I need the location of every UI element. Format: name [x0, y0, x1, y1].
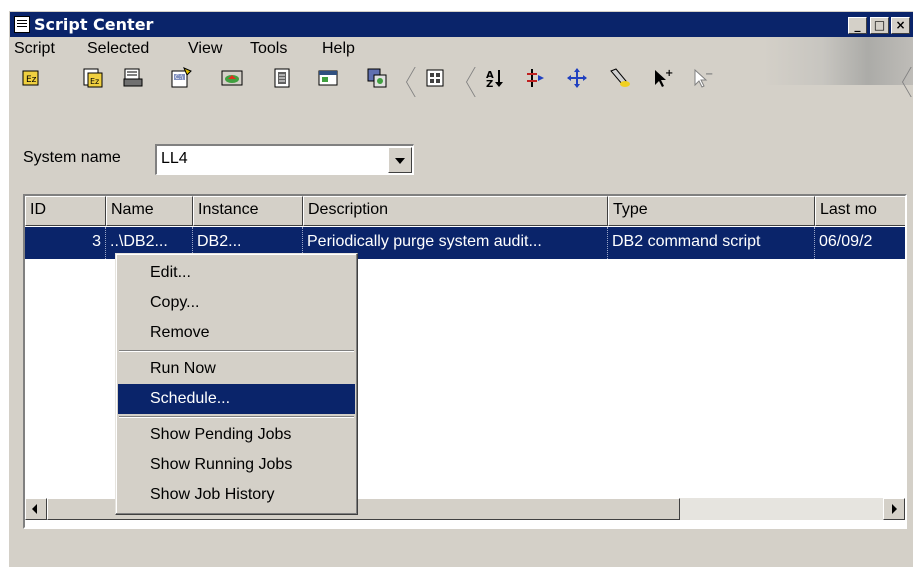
svg-text:C:\: C:\ — [175, 74, 184, 81]
find-icon[interactable] — [562, 63, 592, 93]
maximize-button[interactable]: □ — [870, 17, 889, 34]
system-name-label: System name — [23, 149, 121, 166]
cell-id: 3 — [25, 227, 106, 259]
open-script-icon[interactable]: Ez — [78, 63, 108, 93]
svg-text:Z: Z — [486, 79, 493, 89]
menu-separator — [119, 350, 354, 352]
minimize-button[interactable]: _ — [848, 17, 867, 34]
menu-separator — [119, 416, 354, 418]
menu-item-remove[interactable]: Remove — [118, 318, 355, 348]
menu-item-show-pending-jobs[interactable]: Show Pending Jobs — [118, 420, 355, 450]
tools-settings-icon[interactable] — [362, 63, 392, 93]
table-header: ID Name Instance Description Type Last m… — [25, 196, 905, 226]
svg-text:Ez: Ez — [26, 75, 37, 85]
menu-view[interactable]: View — [188, 40, 222, 58]
column-header-id[interactable]: ID — [25, 196, 106, 226]
window-title: Script Center — [34, 15, 154, 34]
menu-item-show-running-jobs[interactable]: Show Running Jobs — [118, 450, 355, 480]
script-center-window: Script Center _ □ × Script Selected View… — [8, 10, 913, 567]
column-header-description[interactable]: Description — [303, 196, 608, 226]
task-status-icon[interactable] — [217, 63, 247, 93]
menu-tools[interactable]: Tools — [250, 40, 287, 58]
toolbar-separator — [898, 67, 908, 97]
menu-bar: Script Selected View Tools Help — [10, 37, 913, 62]
journal-icon[interactable] — [267, 63, 297, 93]
menu-item-copy[interactable]: Copy... — [118, 288, 355, 318]
menu-script[interactable]: Script — [14, 40, 55, 58]
menu-selected[interactable]: Selected — [87, 40, 149, 58]
column-header-type[interactable]: Type — [608, 196, 815, 226]
toolbar-separator — [462, 67, 472, 97]
menu-item-schedule[interactable]: Schedule... — [118, 384, 355, 414]
cell-type: DB2 command script — [608, 227, 815, 259]
scroll-left-button[interactable] — [25, 498, 47, 520]
menu-help[interactable]: Help — [322, 40, 355, 58]
context-menu: Edit... Copy... Remove Run Now Schedule.… — [115, 253, 358, 515]
scroll-right-button[interactable] — [883, 498, 905, 520]
menu-item-edit[interactable]: Edit... — [118, 258, 355, 288]
highlight-icon[interactable] — [605, 63, 635, 93]
column-header-instance[interactable]: Instance — [193, 196, 303, 226]
menu-item-run-now[interactable]: Run Now — [118, 354, 355, 384]
title-bar[interactable]: Script Center _ □ × — [10, 12, 913, 37]
deselect-all-icon[interactable]: − — [687, 63, 717, 93]
new-script-icon[interactable]: Ez — [16, 63, 46, 93]
cell-last-modified: 06/09/2 — [819, 233, 873, 250]
sort-icon[interactable]: AZ — [480, 63, 510, 93]
customize-columns-icon[interactable] — [420, 63, 450, 93]
script-center-app-icon — [14, 16, 30, 33]
column-header-name[interactable]: Name — [106, 196, 193, 226]
svg-text:−: − — [705, 69, 713, 80]
command-editor-icon[interactable]: C:\ — [166, 63, 196, 93]
window-icon[interactable] — [313, 63, 343, 93]
filter-icon[interactable] — [520, 63, 550, 93]
close-button[interactable]: × — [891, 17, 910, 34]
scheduler-icon[interactable] — [118, 63, 148, 93]
column-header-last-modified[interactable]: Last mo — [815, 196, 905, 226]
chevron-down-icon[interactable] — [388, 147, 412, 173]
svg-text:Ez: Ez — [90, 77, 99, 86]
select-all-icon[interactable]: + — [647, 63, 677, 93]
menu-item-show-job-history[interactable]: Show Job History — [118, 480, 355, 510]
system-name-value: LL4 — [161, 150, 188, 167]
system-name-combo[interactable]: LL4 — [155, 144, 414, 175]
toolbar-separator — [402, 67, 412, 97]
svg-text:+: + — [665, 68, 673, 79]
toolbar: Ez Ez C:\ AZ + − — [10, 63, 913, 107]
